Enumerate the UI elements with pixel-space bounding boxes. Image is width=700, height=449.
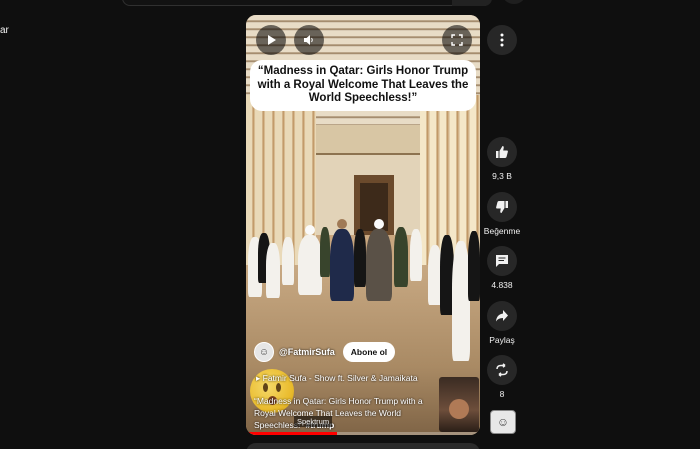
like-action[interactable]: 9,3 B [482,137,522,181]
share-button[interactable] [487,301,517,331]
channel-row: ☺ @FatmirSufa Abone ol [254,342,396,362]
dislike-action[interactable]: Beğenme [482,192,522,236]
share-label: Paylaş [489,335,515,345]
fullscreen-button[interactable] [442,25,472,55]
thumbs-down-icon [496,201,508,213]
search-button[interactable] [452,0,492,6]
avatar[interactable]: ☺ [254,342,274,362]
fullscreen-icon [451,34,463,46]
like-count: 9,3 B [492,171,512,181]
channel-name[interactable]: @FatmirSufa [279,347,335,357]
voice-search-button[interactable] [503,0,525,4]
share-icon [496,310,508,322]
remix-count: 8 [499,389,505,399]
video-description[interactable]: “Madness in Qatar: Girls Honor Trump wit… [254,395,440,431]
search-bar[interactable] [122,0,492,6]
volume-button[interactable] [294,25,324,55]
sidebar-item-label[interactable]: ar [0,25,9,36]
comment-icon [496,255,508,267]
more-options-button[interactable] [487,25,517,55]
comment-count: 4.838 [491,280,513,290]
video-overlay-title: “Madness in Qatar: Girls Honor Trump wit… [250,60,476,111]
remix-icon [496,363,508,377]
spektrum-label: Spektrum [294,416,333,427]
dislike-label: Beğenme [483,226,521,236]
remix-action[interactable]: 8 [482,355,522,399]
remix-button[interactable] [487,355,517,385]
sound-thumbnail[interactable] [439,377,479,432]
play-button[interactable] [256,25,286,55]
sound-link[interactable]: ▸ Fatmir Sufa - Show ft. Silver & Jamaik… [256,373,418,384]
description-text: “Madness in Qatar: Girls Honor Trump wit… [254,396,423,430]
play-icon [268,35,276,45]
like-button[interactable] [487,137,517,167]
more-vertical-icon [500,33,504,47]
share-action[interactable]: Paylaş [482,301,522,345]
dislike-button[interactable] [487,192,517,222]
comment-action[interactable]: 4.838 [482,246,522,290]
thumbs-up-icon [496,146,508,158]
comment-button[interactable] [487,246,517,276]
channel-avatar-thumbnail[interactable]: ☺ [490,410,516,434]
progress-bar[interactable] [246,432,480,435]
progress-fill [246,432,338,435]
next-short-card[interactable] [246,443,480,449]
volume-icon [304,35,313,45]
shorts-player[interactable]: “Madness in Qatar: Girls Honor Trump wit… [246,15,480,435]
subscribe-button[interactable]: Abone ol [342,342,396,362]
